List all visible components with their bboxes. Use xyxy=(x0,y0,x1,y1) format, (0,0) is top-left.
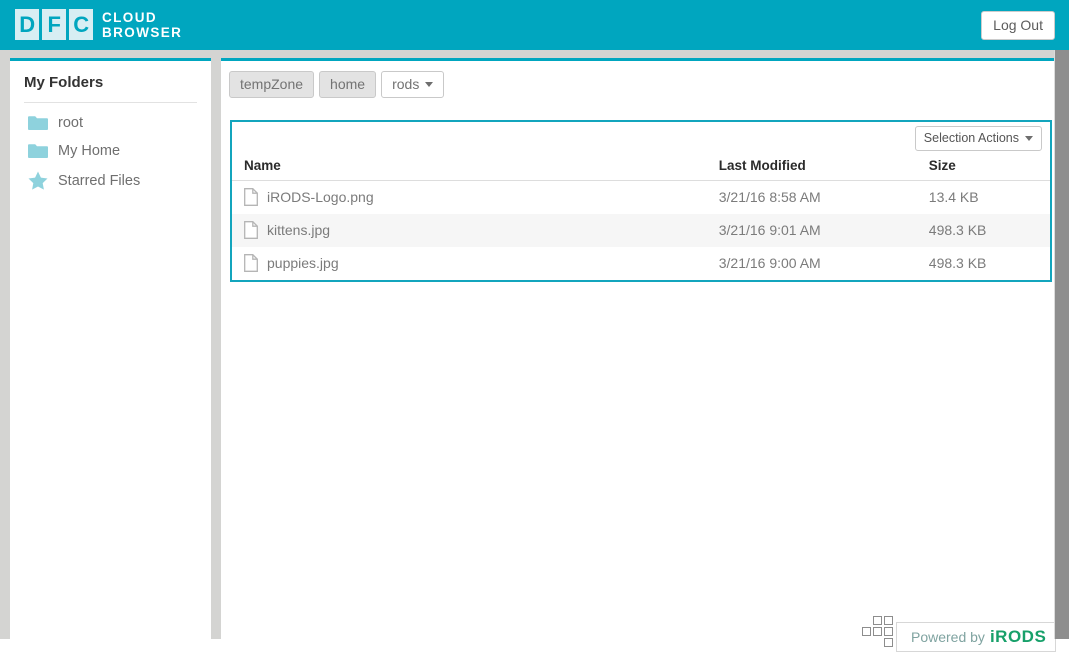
main-content-panel: tempZone home rods Selection Actions Nam… xyxy=(221,58,1059,652)
sidebar-title: My Folders xyxy=(24,61,197,103)
breadcrumb-item-label: rods xyxy=(392,76,420,92)
file-table: Name Last Modified Size iRODS-Logo.png 3… xyxy=(232,155,1050,280)
sidebar: My Folders root My Home Starred Files xyxy=(10,58,211,639)
file-table-card: Selection Actions Name Last Modified Siz… xyxy=(230,120,1052,282)
page-scrollbar-thumb[interactable] xyxy=(1055,50,1069,639)
logo-letter-f: F xyxy=(42,9,66,40)
logo-letter-boxes: D F C xyxy=(15,9,93,40)
file-table-head: Name Last Modified Size xyxy=(232,155,1050,181)
sidebar-item-root[interactable]: root xyxy=(10,109,211,137)
file-table-body: iRODS-Logo.png 3/21/16 8:58 AM 13.4 KB k… xyxy=(232,181,1050,281)
sidebar-item-label: My Home xyxy=(58,143,121,159)
column-header-size[interactable]: Size xyxy=(928,155,1050,181)
selection-actions-label: Selection Actions xyxy=(923,131,1019,145)
column-header-name[interactable]: Name xyxy=(232,155,719,181)
table-row[interactable]: kittens.jpg 3/21/16 9:01 AM 498.3 KB xyxy=(232,214,1050,247)
powered-by-label: Powered by xyxy=(911,629,985,645)
chevron-down-icon xyxy=(1025,135,1033,141)
file-size-cell: 13.4 KB xyxy=(928,189,979,205)
folder-icon xyxy=(28,143,48,159)
folder-icon xyxy=(28,115,48,131)
file-name-cell[interactable]: kittens.jpg xyxy=(232,214,719,247)
breadcrumb-item-tempzone[interactable]: tempZone xyxy=(229,71,315,98)
sidebar-item-my-home[interactable]: My Home xyxy=(10,137,211,165)
sidebar-list: root My Home Starred Files xyxy=(10,103,211,196)
sidebar-item-starred-files[interactable]: Starred Files xyxy=(10,165,211,196)
page-scrollbar-track[interactable] xyxy=(1054,50,1069,639)
file-icon xyxy=(244,254,258,272)
logo-word-browser: BROWSER xyxy=(102,24,183,40)
file-size-cell: 498.3 KB xyxy=(928,255,987,271)
file-modified-cell: 3/21/16 9:00 AM xyxy=(718,255,821,271)
sidebar-item-label: Starred Files xyxy=(58,172,141,189)
file-name-label: puppies.jpg xyxy=(267,255,339,271)
selection-actions-dropdown[interactable]: Selection Actions xyxy=(914,126,1042,151)
table-row[interactable]: iRODS-Logo.png 3/21/16 8:58 AM 13.4 KB xyxy=(232,181,1050,215)
column-header-last-modified[interactable]: Last Modified xyxy=(718,155,929,181)
chevron-down-icon xyxy=(425,81,434,87)
file-name-cell[interactable]: puppies.jpg xyxy=(232,247,719,280)
breadcrumb-item-home[interactable]: home xyxy=(319,71,377,98)
powered-by-badge: Powered by iRODS xyxy=(862,614,1057,652)
file-size-cell: 498.3 KB xyxy=(928,214,1050,247)
file-icon xyxy=(244,188,258,206)
app-header: D F C CLOUD BROWSER Log Out xyxy=(0,0,1069,50)
table-header-row: Name Last Modified Size xyxy=(232,155,1050,181)
star-icon xyxy=(28,171,48,190)
app-logo: D F C CLOUD BROWSER xyxy=(15,9,182,40)
file-modified-cell: 3/21/16 8:58 AM xyxy=(718,189,821,205)
logout-button[interactable]: Log Out xyxy=(981,11,1055,40)
logo-letter-c: C xyxy=(69,9,93,40)
table-row[interactable]: puppies.jpg 3/21/16 9:00 AM 498.3 KB xyxy=(232,247,1050,280)
irods-grid-icon xyxy=(862,614,894,652)
file-name-label: iRODS-Logo.png xyxy=(267,189,374,205)
logo-word-cloud: CLOUD xyxy=(102,9,157,25)
irods-brand-label: iRODS xyxy=(989,627,1047,646)
logo-letter-d: D xyxy=(15,9,39,40)
breadcrumb-item-rods[interactable]: rods xyxy=(381,71,445,98)
file-modified-cell: 3/21/16 9:01 AM xyxy=(718,214,929,247)
file-icon xyxy=(244,221,258,239)
page-body: My Folders root My Home Starred Files te… xyxy=(0,50,1069,652)
file-name-label: kittens.jpg xyxy=(267,222,331,238)
powered-by-pill: Powered by iRODS xyxy=(896,622,1057,652)
file-name-cell[interactable]: iRODS-Logo.png xyxy=(232,181,719,215)
logo-wordmark: CLOUD BROWSER xyxy=(102,10,182,40)
breadcrumb: tempZone home rods xyxy=(221,61,1059,98)
file-table-toolbar: Selection Actions xyxy=(232,122,1050,155)
sidebar-item-label: root xyxy=(58,115,83,131)
